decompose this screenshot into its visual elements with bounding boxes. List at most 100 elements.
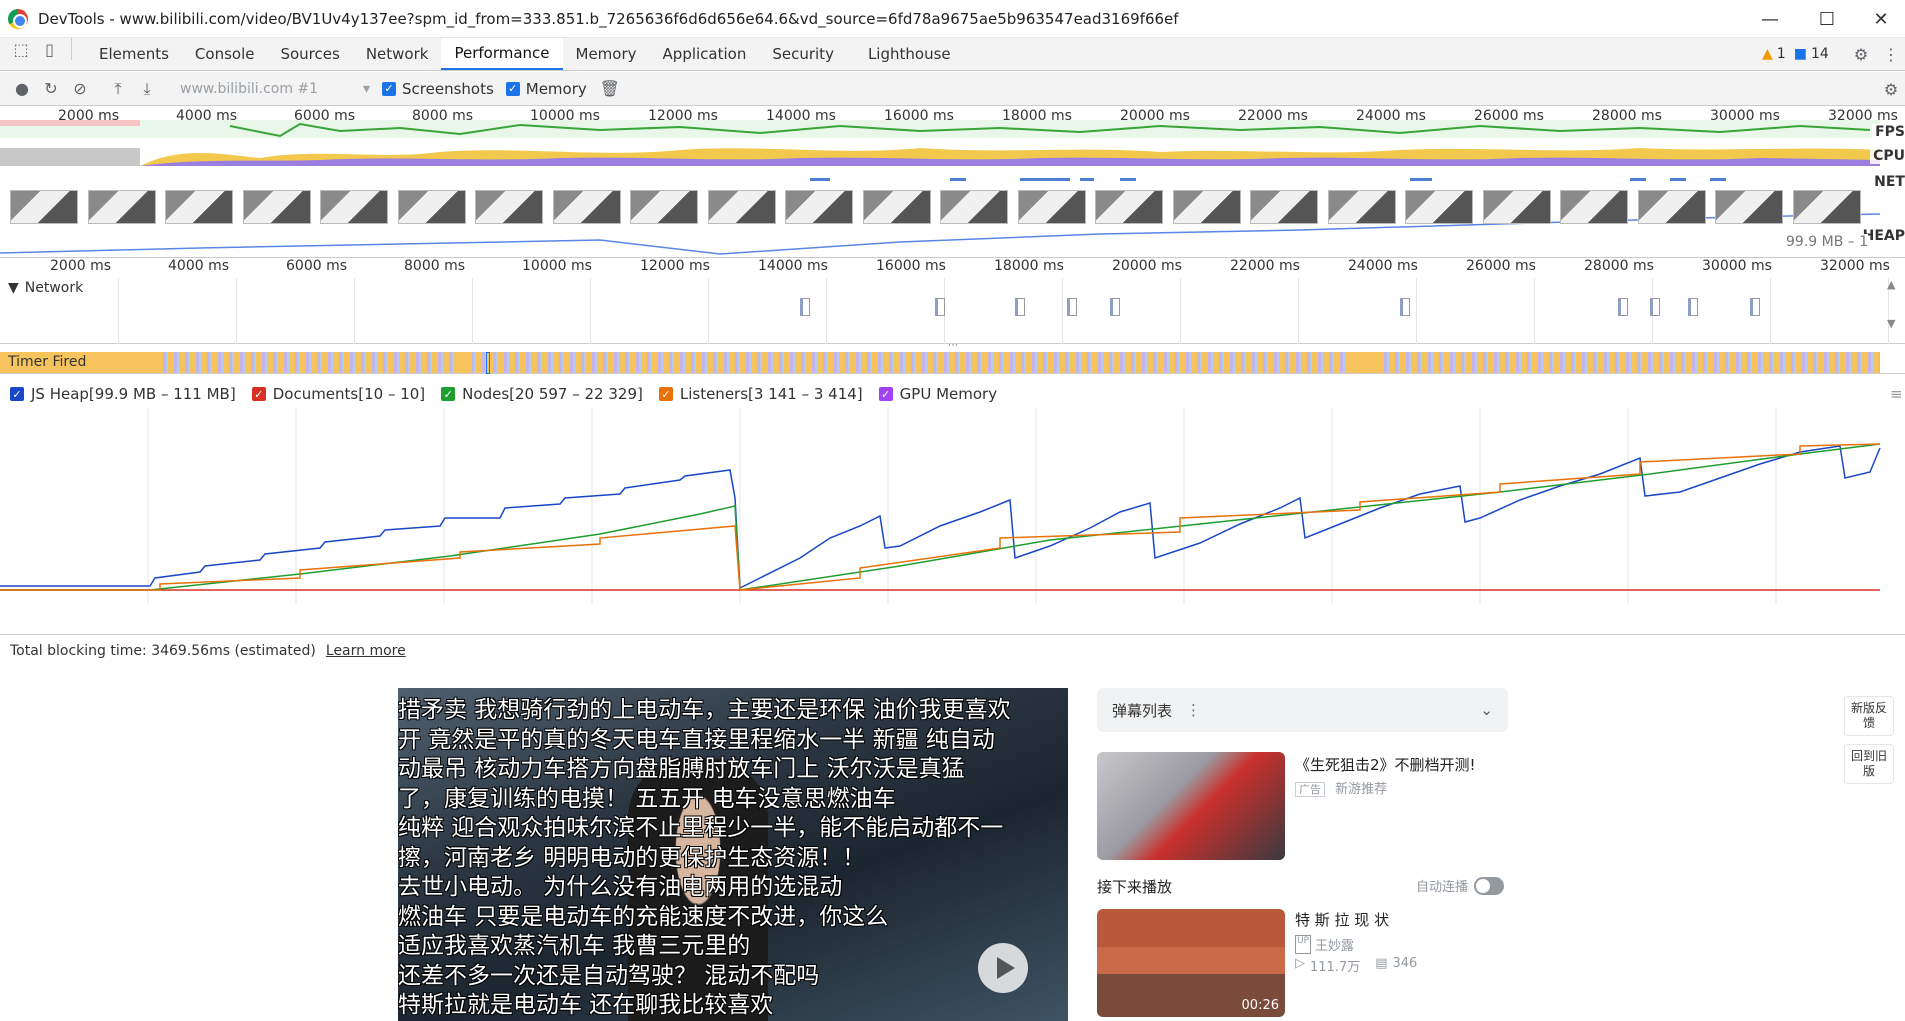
more-options-icon[interactable]: ⋮ [1186, 701, 1201, 719]
screenshot-thumbnail[interactable] [707, 190, 776, 224]
counter-toggle-documents[interactable]: ✓ Documents[10 – 10] [251, 385, 425, 403]
counter-toggle-listeners[interactable]: ✓ Listeners[3 141 – 3 414] [658, 385, 863, 403]
profile-select[interactable]: www.bilibili.com #1 ▾ [180, 81, 370, 97]
screenshot-thumbnail[interactable] [1327, 190, 1396, 224]
screenshot-thumbnail[interactable] [1637, 190, 1706, 224]
screenshot-thumbnail[interactable] [1482, 190, 1551, 224]
screenshot-thumbnail[interactable] [630, 190, 698, 224]
old-version-button[interactable]: 回到旧版 [1844, 744, 1894, 784]
settings-gear-icon[interactable]: ⚙ [1850, 43, 1872, 65]
clear-icon[interactable]: ⊘ [69, 78, 91, 100]
autoplay-toggle[interactable]: 自动连播 [1416, 876, 1505, 895]
screenshot-thumbnail[interactable] [1792, 190, 1861, 224]
tab-sources[interactable]: Sources [267, 38, 352, 70]
learn-more-link[interactable]: Learn more [326, 643, 406, 659]
network-track-header[interactable]: ▼ Network [8, 280, 83, 296]
tab-memory[interactable]: Memory [563, 38, 650, 70]
network-request[interactable] [1688, 298, 1698, 316]
resize-handle[interactable]: ⋯ [948, 340, 958, 351]
tab-console[interactable]: Console [182, 38, 268, 70]
garbage-collect-icon[interactable]: 🗑 [599, 78, 621, 100]
selection-marker[interactable] [486, 352, 490, 374]
network-request[interactable] [800, 298, 810, 316]
screenshot-thumbnail[interactable] [1172, 190, 1241, 224]
inspect-element-icon[interactable]: ⬚ [10, 38, 32, 60]
network-request[interactable] [1110, 298, 1120, 316]
screenshot-thumbnail[interactable] [1715, 190, 1783, 224]
video-player[interactable]: 措矛卖 我想骑行劲的上电动车，主要还是环保 油价我更喜欢开 竟然是平的真的冬天电… [398, 688, 1068, 1021]
tab-application[interactable]: Application [650, 38, 760, 70]
next-video-thumbnail[interactable]: 00:26 [1097, 909, 1285, 1017]
capture-settings-icon[interactable]: ⚙ [1880, 78, 1902, 100]
screenshot-thumbnail[interactable] [165, 190, 233, 224]
memory-counters-chart[interactable] [0, 408, 1905, 604]
screenshot-thumbnail[interactable] [940, 190, 1008, 224]
screenshot-thumbnail[interactable] [475, 190, 543, 224]
screenshot-thumbnail[interactable] [1405, 190, 1473, 224]
timeline-overview[interactable]: 2000 ms 4000 ms 6000 ms 8000 ms 10000 ms 1200… [0, 106, 1905, 258]
network-track[interactable]: ▼ Network ▲ ▼ [0, 278, 1905, 344]
counter-toggle-js-heap[interactable]: ✓ JS Heap[99.9 MB – 111 MB] [10, 385, 236, 403]
network-request[interactable] [1750, 298, 1760, 316]
screenshot-thumbnail[interactable] [862, 190, 931, 224]
issue-counters[interactable]: ▲ 1 ■ 14 [1762, 38, 1829, 69]
timer-fired-event[interactable] [1350, 352, 1380, 373]
screenshot-thumbnail[interactable] [1560, 190, 1628, 224]
next-video-author[interactable]: UP 王妙露 [1295, 935, 1354, 954]
timer-fired-event[interactable]: Timer Fired [0, 352, 130, 373]
screenshot-thumbnail[interactable] [10, 190, 78, 224]
drag-handle-icon[interactable]: ≡ [1890, 385, 1903, 403]
ruler-tick-label: 16000 ms [876, 258, 946, 274]
timer-fired-event[interactable] [130, 352, 160, 373]
network-request[interactable] [1400, 298, 1410, 316]
screenshot-thumbnail[interactable] [785, 190, 853, 224]
track-scrollbar[interactable]: ▲ ▼ [1887, 278, 1897, 338]
save-profile-icon[interactable]: ⤓ [136, 78, 158, 100]
screenshot-thumbnail[interactable] [1250, 190, 1318, 224]
counter-toggle-gpu-memory[interactable]: ✓ GPU Memory [878, 385, 997, 403]
network-request[interactable] [1067, 298, 1077, 316]
next-video-card[interactable]: 00:26 特 斯 拉 现 状 UP 王妙露 ▷ 111.7万 ▤ 346 [1097, 909, 1508, 1017]
counter-toggle-nodes[interactable]: ✓ Nodes[20 597 – 22 329] [441, 385, 643, 403]
device-toolbar-icon[interactable]: ▯ [38, 38, 72, 60]
memory-checkbox[interactable]: ✓ Memory [505, 80, 587, 98]
tab-elements[interactable]: Elements [86, 38, 182, 70]
network-request[interactable] [935, 298, 945, 316]
ad-card[interactable]: 《生死狙击2》不删档开测! 广告 新游推荐 [1097, 752, 1508, 860]
screenshot-thumbnail[interactable] [320, 190, 388, 224]
screenshot-thumbnail[interactable] [242, 190, 311, 224]
ad-title[interactable]: 《生死狙击2》不删档开测! [1295, 754, 1476, 775]
screenshot-thumbnail[interactable] [1095, 190, 1163, 224]
screenshot-thumbnail[interactable] [552, 190, 621, 224]
maximize-button[interactable]: ☐ [1804, 0, 1850, 38]
feedback-button[interactable]: 新版反馈 [1844, 696, 1894, 736]
close-button[interactable]: ✕ [1858, 0, 1904, 38]
screenshots-checkbox[interactable]: ✓ Screenshots [382, 80, 494, 98]
screenshot-thumbnail[interactable] [87, 190, 156, 224]
tab-network[interactable]: Network [353, 38, 442, 70]
screenshot-thumbnail[interactable] [1017, 190, 1086, 224]
network-request[interactable] [1650, 298, 1660, 316]
record-icon[interactable]: ● [11, 78, 33, 100]
ad-thumbnail[interactable] [1097, 752, 1285, 860]
load-profile-icon[interactable]: ⤒ [107, 78, 129, 100]
play-icon[interactable] [978, 943, 1028, 993]
next-video-title[interactable]: 特 斯 拉 现 状 [1295, 909, 1389, 930]
tab-lighthouse[interactable]: Lighthouse [855, 38, 964, 70]
danmaku-list-panel[interactable]: 弹幕列表 ⋮ ⌄ [1097, 688, 1508, 732]
network-request[interactable] [1015, 298, 1025, 316]
counter-label: Nodes[20 597 – 22 329] [462, 385, 643, 403]
main-thread-strip[interactable]: Timer Fired [0, 352, 1905, 374]
screenshot-thumbnail[interactable] [397, 190, 466, 224]
timer-fired-event[interactable] [460, 352, 472, 373]
tab-security[interactable]: Security [759, 38, 847, 70]
network-request[interactable] [1618, 298, 1628, 316]
more-options-icon[interactable]: ⋮ [1880, 43, 1902, 65]
tab-performance[interactable]: Performance [441, 38, 563, 70]
play-count-icon: ▷ [1295, 956, 1305, 971]
minimize-button[interactable]: — [1747, 0, 1793, 38]
toggle-switch-icon[interactable] [1474, 876, 1505, 895]
chevron-down-icon[interactable]: ⌄ [1480, 701, 1493, 719]
main-thread-events[interactable] [160, 352, 1880, 373]
reload-record-icon[interactable]: ↻ [40, 78, 62, 100]
